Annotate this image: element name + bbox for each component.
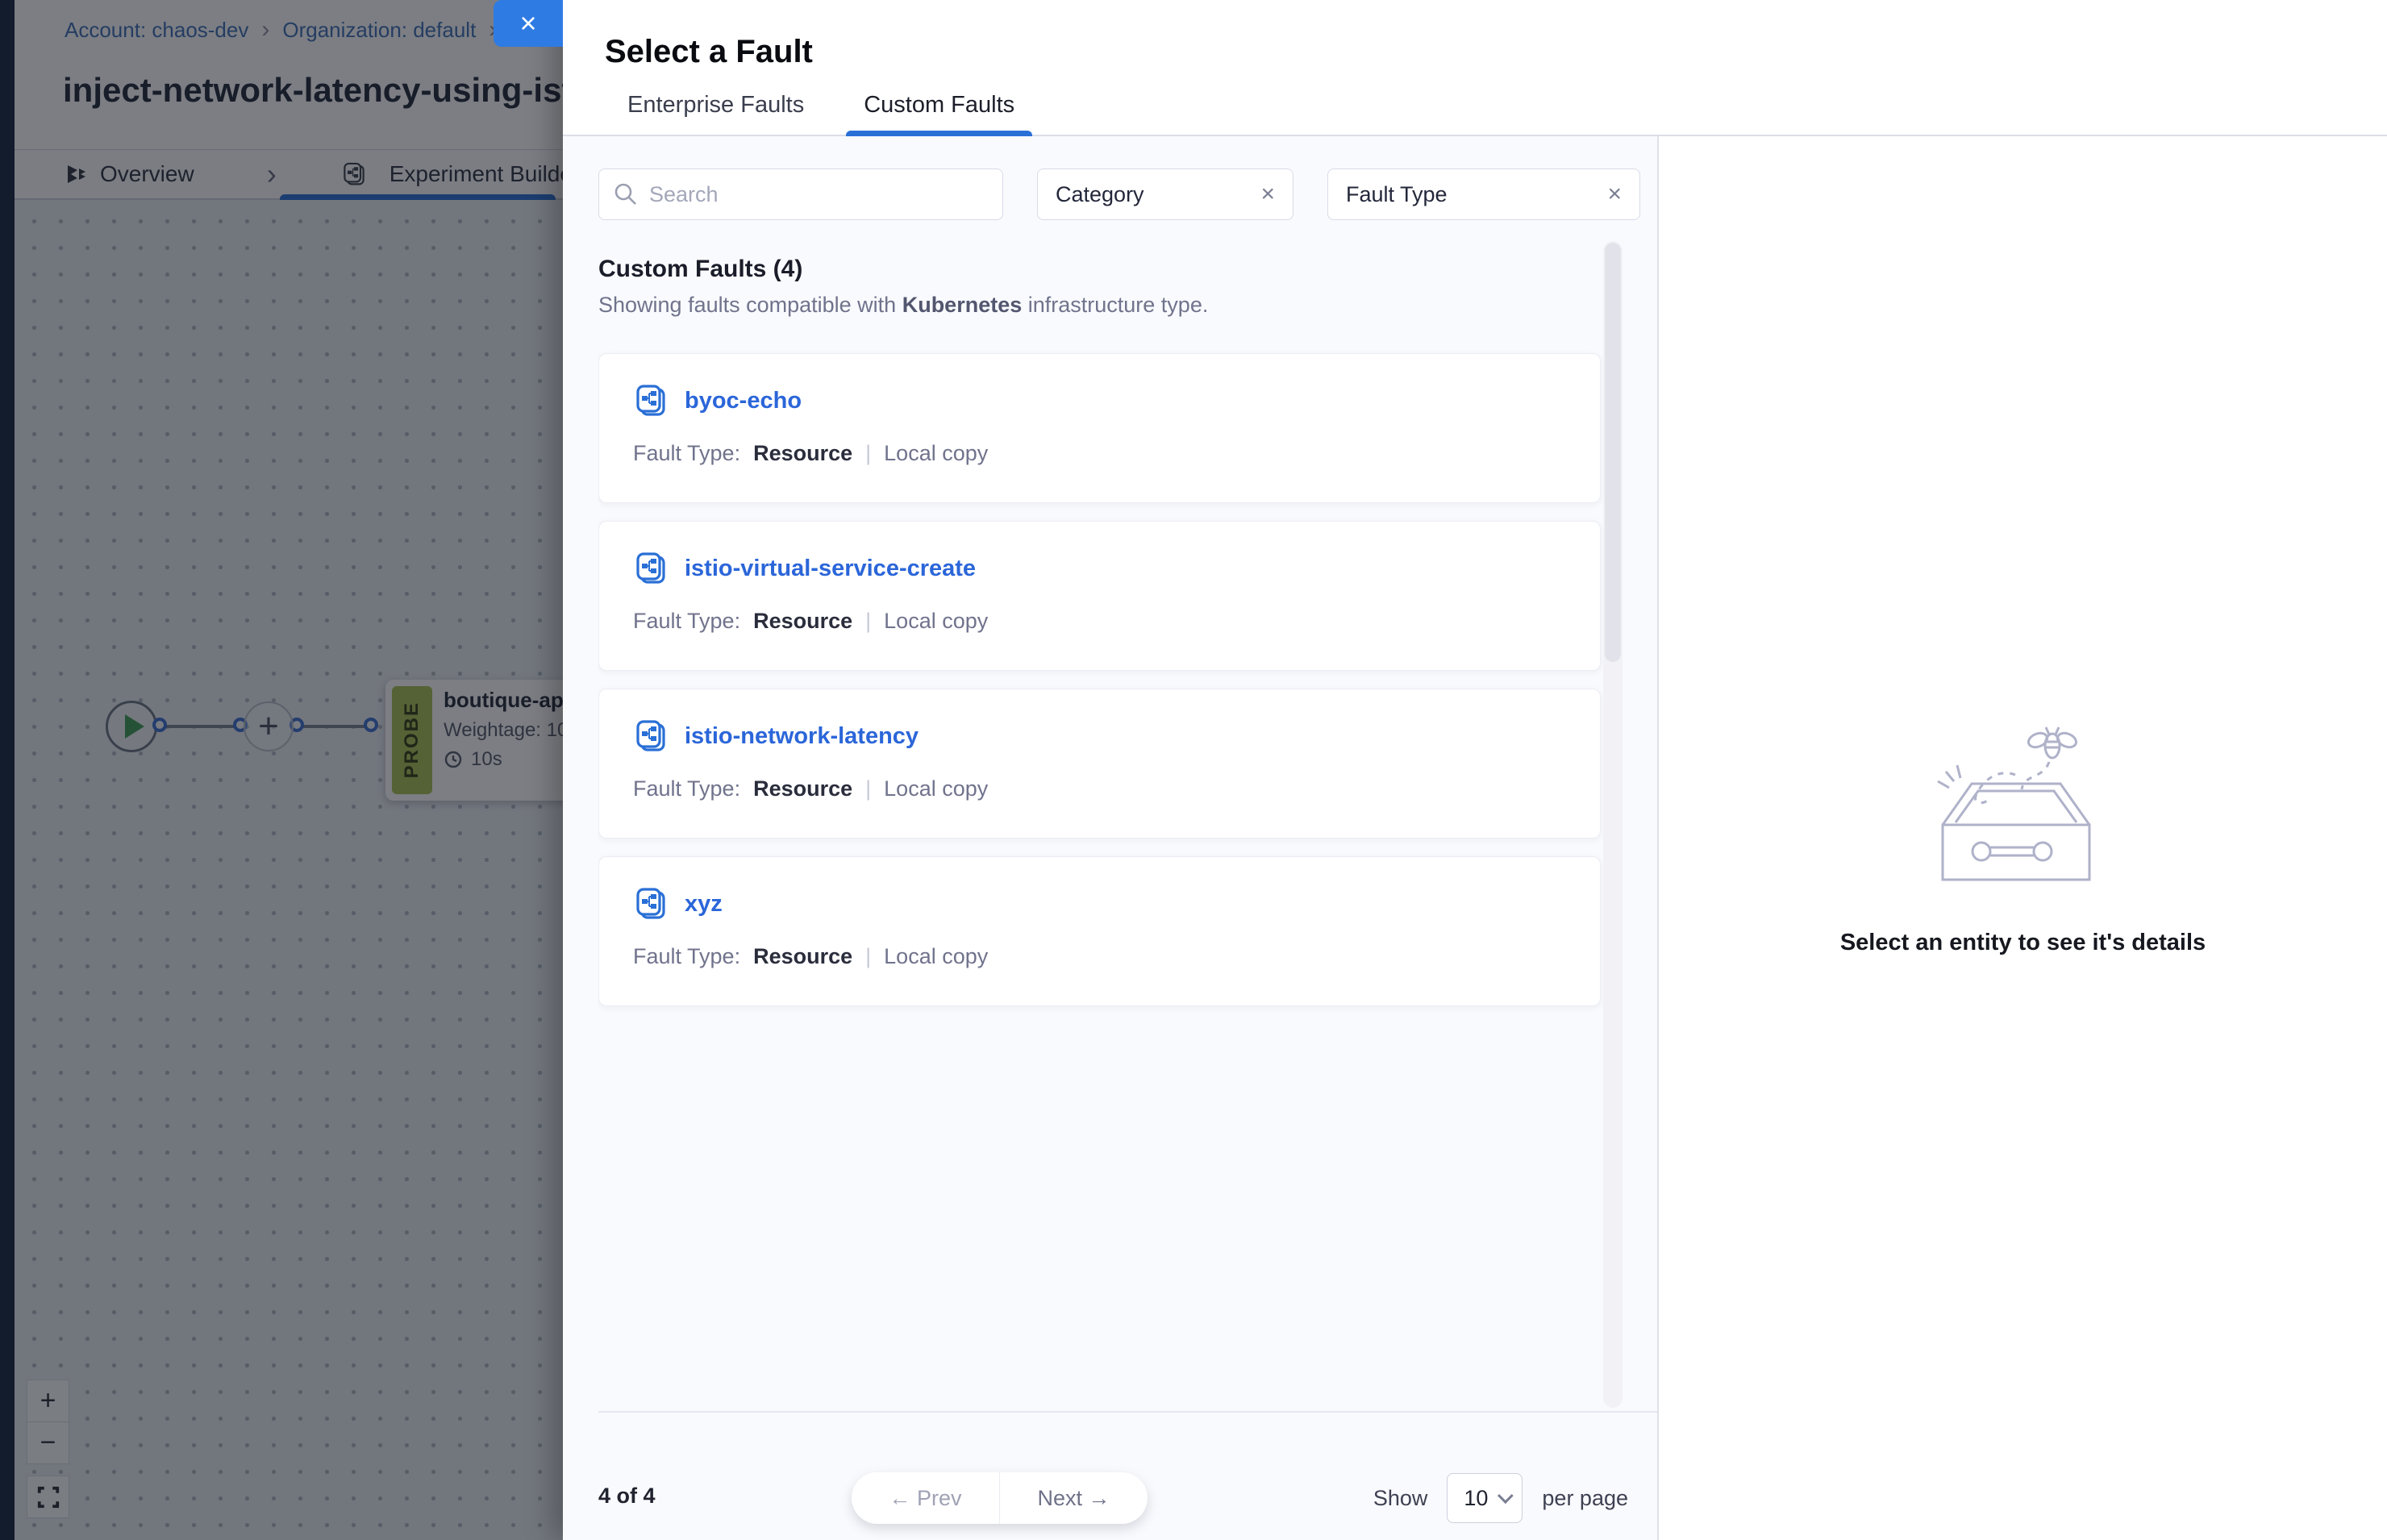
fault-copy-label: Local copy: [884, 944, 988, 969]
meta-separator: |: [865, 944, 871, 969]
meta-separator: |: [865, 441, 871, 466]
fault-template-icon: [633, 718, 669, 754]
fault-type-label: Fault Type:: [633, 944, 740, 969]
search-box: [598, 169, 1003, 220]
per-page-label: per page: [1542, 1486, 1628, 1511]
fault-copy-label: Local copy: [884, 609, 988, 634]
show-label: Show: [1373, 1486, 1428, 1511]
section-heading: Custom Faults (4): [598, 256, 1657, 283]
chevron-down-icon: [1498, 1488, 1514, 1504]
empty-state-text: Select an entity to see it's details: [1840, 930, 2206, 956]
fault-name-link[interactable]: byoc-echo: [685, 388, 802, 414]
fault-template-icon: [633, 383, 669, 418]
search-input[interactable]: [598, 169, 1003, 220]
modal-title: Select a Fault: [605, 34, 2387, 70]
page-size-select[interactable]: 10: [1447, 1473, 1523, 1523]
tab-custom-faults[interactable]: Custom Faults: [860, 92, 1018, 135]
filters-row: Category × Fault Type ×: [563, 136, 1657, 238]
search-icon: [613, 181, 639, 207]
active-tab-underline: [846, 131, 1032, 136]
clear-category-icon[interactable]: ×: [1260, 182, 1275, 206]
fault-type-value: Resource: [753, 944, 852, 969]
fault-type-label: Fault Type:: [633, 609, 740, 634]
fault-type-label: Fault Type:: [633, 441, 740, 466]
page-count: 4 of 4: [598, 1484, 656, 1509]
fault-tabs: Enterprise Faults Custom Faults: [563, 88, 2387, 136]
faults-scroll-area[interactable]: Custom Faults (4) Showing faults compati…: [598, 238, 1657, 1413]
close-button[interactable]: ×: [494, 0, 563, 47]
fault-cards: byoc-echo Fault Type: Resource | Local c…: [598, 353, 1601, 1006]
section-subtext: Showing faults compatible with Kubernete…: [598, 293, 1657, 318]
category-filter[interactable]: Category ×: [1037, 169, 1293, 220]
clear-fault-type-icon[interactable]: ×: [1607, 182, 1622, 206]
fault-card[interactable]: byoc-echo Fault Type: Resource | Local c…: [598, 353, 1601, 503]
tab-enterprise-faults[interactable]: Enterprise Faults: [624, 92, 807, 135]
fault-type-label: Fault Type:: [633, 776, 740, 801]
fault-type-value: Resource: [753, 609, 852, 634]
fault-type-value: Resource: [753, 776, 852, 801]
faults-list-panel: Category × Fault Type × Custom Faults (4…: [563, 136, 1659, 1540]
fault-name-link[interactable]: istio-network-latency: [685, 723, 919, 750]
fault-template-icon: [633, 551, 669, 586]
fault-name-link[interactable]: xyz: [685, 891, 723, 918]
pagination: 4 of 4 ← Prev Next → Show 10 per page: [563, 1413, 1657, 1540]
fault-card[interactable]: istio-virtual-service-create Fault Type:…: [598, 521, 1601, 671]
fault-template-icon: [633, 886, 669, 922]
prev-button[interactable]: ← Prev: [852, 1472, 1000, 1524]
close-icon: ×: [519, 6, 536, 40]
pager-buttons: ← Prev Next →: [852, 1472, 1148, 1524]
modal-header: Select a Fault: [563, 0, 2387, 70]
list-scrollbar[interactable]: [1603, 241, 1623, 1408]
fault-card[interactable]: istio-network-latency Fault Type: Resour…: [598, 689, 1601, 839]
fault-copy-label: Local copy: [884, 441, 988, 466]
fault-type-filter[interactable]: Fault Type ×: [1327, 169, 1640, 220]
fault-card[interactable]: xyz Fault Type: Resource | Local copy: [598, 856, 1601, 1006]
empty-state-illustration: [1930, 720, 2117, 896]
next-button[interactable]: Next →: [1000, 1472, 1148, 1524]
fault-name-link[interactable]: istio-virtual-service-create: [685, 556, 976, 582]
scrollbar-thumb[interactable]: [1605, 243, 1621, 662]
page-size-group: Show 10 per page: [1373, 1472, 1628, 1524]
meta-separator: |: [865, 609, 871, 634]
fault-type-value: Resource: [753, 441, 852, 466]
meta-separator: |: [865, 776, 871, 801]
select-fault-modal: × Select a Fault Enterprise Faults Custo…: [563, 0, 2387, 1540]
fault-copy-label: Local copy: [884, 776, 988, 801]
fault-detail-panel: Select an entity to see it's details: [1659, 136, 2387, 1540]
